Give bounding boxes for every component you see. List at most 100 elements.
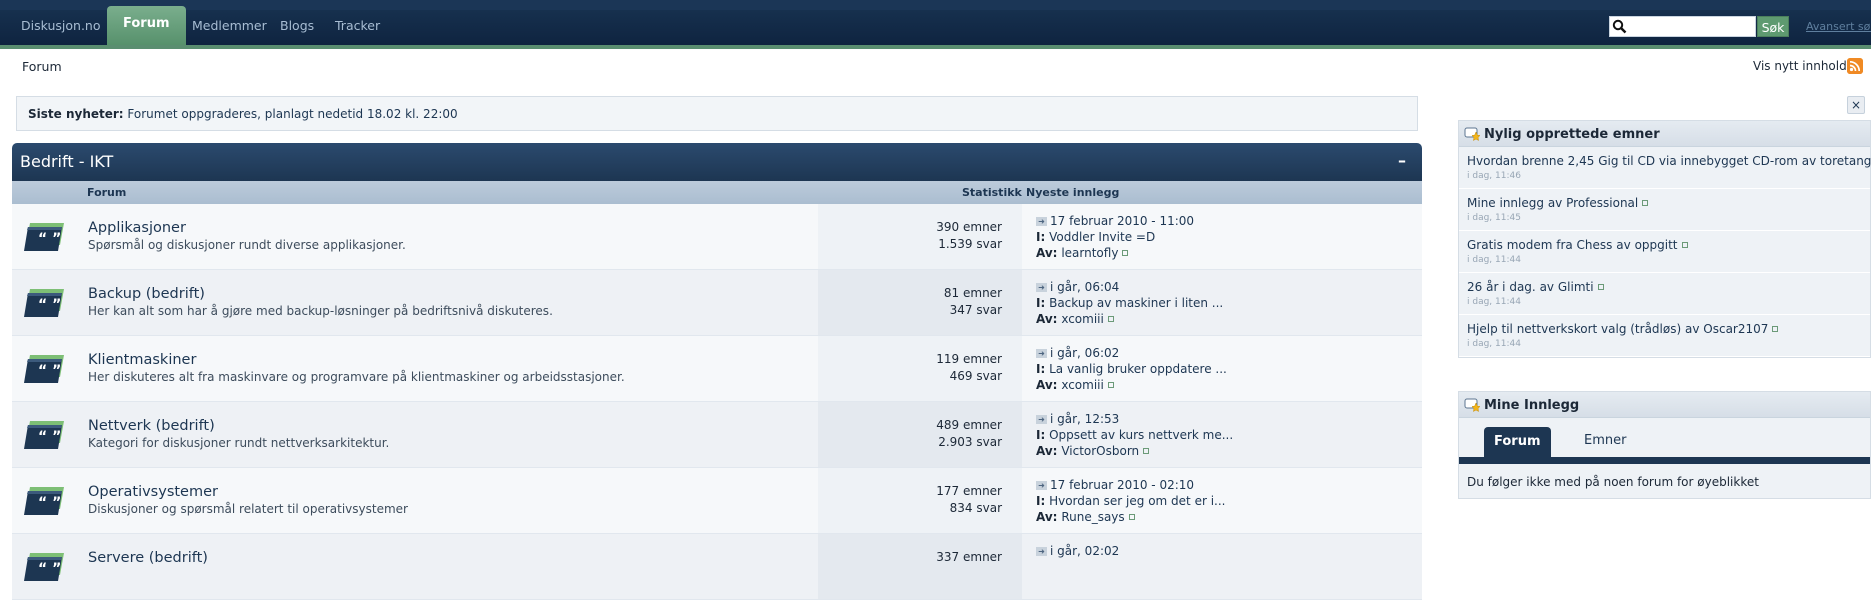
- last-post-date-text[interactable]: 17 februar 2010 - 11:00: [1050, 214, 1194, 228]
- forum-icon: “ ”: [24, 223, 64, 251]
- last-post-date-text[interactable]: 17 februar 2010 - 02:10: [1050, 478, 1194, 492]
- reply-count: 347 svar: [949, 303, 1002, 317]
- category-title[interactable]: Bedrift - IKT: [20, 152, 113, 171]
- rss-icon[interactable]: [1847, 58, 1863, 74]
- external-link-icon[interactable]: [1107, 316, 1114, 322]
- forum-row: “ ” Servere (bedrift) 337 emner ➜ i går, 02:…: [12, 534, 1422, 600]
- forum-name-link[interactable]: Klientmaskiner: [88, 352, 196, 368]
- forum-name-link[interactable]: Servere (bedrift): [88, 550, 208, 566]
- last-post-date[interactable]: ➜ i går, 12:53: [1036, 412, 1119, 426]
- last-post-date[interactable]: ➜ 17 februar 2010 - 11:00: [1036, 214, 1194, 228]
- forum-icon: “ ”: [24, 487, 64, 515]
- forum-description: Her kan alt som har å gjøre med backup-l…: [88, 304, 553, 318]
- tab-forum[interactable]: Forum: [107, 6, 186, 45]
- last-post-date-text[interactable]: i går, 02:02: [1050, 544, 1119, 558]
- last-post-date[interactable]: ➜ 17 februar 2010 - 02:10: [1036, 478, 1194, 492]
- last-post-topic-link[interactable]: Hvordan ser jeg om det er i...: [1049, 494, 1225, 508]
- recent-topic-link[interactable]: Gratis modem fra Chess: [1467, 238, 1612, 252]
- go-to-post-icon[interactable]: ➜: [1036, 217, 1047, 226]
- last-post-date-text[interactable]: i går, 06:02: [1050, 346, 1119, 360]
- forum-row: “ ” Nettverk (bedrift) Kategori for diskus…: [12, 402, 1422, 468]
- news-link[interactable]: Forumet oppgraderes, planlagt nedetid 18…: [127, 107, 457, 121]
- external-link-icon[interactable]: [1128, 514, 1135, 520]
- by-label: Av:: [1036, 510, 1058, 524]
- last-post-author-link[interactable]: xcomiii: [1061, 378, 1104, 392]
- last-post-topic-link[interactable]: Oppsett av kurs nettverk me...: [1049, 428, 1233, 442]
- last-post-topic-link[interactable]: Voddler Invite =D: [1049, 230, 1155, 244]
- in-label: I:: [1036, 362, 1046, 376]
- go-to-post-icon[interactable]: ➜: [1036, 547, 1047, 556]
- last-post-cell: ➜ i går, 02:02: [1022, 534, 1422, 599]
- recent-topic-link[interactable]: 26 år i dag.: [1467, 280, 1536, 294]
- by-label: Av:: [1036, 246, 1058, 260]
- go-to-post-icon[interactable]: ➜: [1036, 481, 1047, 490]
- by-word: av: [1539, 280, 1555, 294]
- external-link-icon[interactable]: [1122, 250, 1129, 256]
- by-label: Av:: [1036, 444, 1058, 458]
- forum-name-link[interactable]: Operativsystemer: [88, 484, 218, 500]
- forum-description: Her diskuteres alt fra maskinvare og pro…: [88, 370, 625, 384]
- go-to-post-icon[interactable]: ➜: [1036, 415, 1047, 424]
- recent-topic-author[interactable]: oppgitt: [1635, 238, 1678, 252]
- in-label: I:: [1036, 230, 1046, 244]
- recent-topic-link[interactable]: Hvordan brenne 2,45 Gig til CD via inneb…: [1467, 154, 1798, 168]
- view-new-content-link[interactable]: Vis nytt innhold: [1753, 59, 1847, 73]
- last-post-cell: ➜ 17 februar 2010 - 02:10 I: Hvordan ser j…: [1022, 468, 1422, 533]
- collapse-button[interactable]: –: [1398, 151, 1406, 170]
- advanced-search-link[interactable]: Avansert søk: [1806, 20, 1871, 33]
- tab-blogs[interactable]: Blogs: [280, 18, 314, 33]
- external-link-icon[interactable]: [1642, 200, 1649, 206]
- last-post-date-text[interactable]: i går, 06:04: [1050, 280, 1119, 294]
- site-link[interactable]: Diskusjon.no: [21, 18, 101, 33]
- last-post-author-link[interactable]: VictorOsborn: [1061, 444, 1139, 458]
- forum-icon: “ ”: [24, 421, 64, 449]
- external-link-icon[interactable]: [1107, 382, 1114, 388]
- svg-text:“ ”: “ ”: [38, 495, 61, 511]
- tab-my-topics[interactable]: Emner: [1584, 433, 1626, 448]
- forum-row: “ ” Applikasjoner Spørsmål og diskusjoner …: [12, 204, 1422, 270]
- col-stats: Statistikk: [962, 186, 1022, 199]
- last-post-author-link[interactable]: xcomiii: [1061, 312, 1104, 326]
- by-word: av: [1801, 154, 1817, 168]
- search-button[interactable]: Søk: [1757, 16, 1789, 37]
- external-link-icon[interactable]: [1597, 284, 1604, 290]
- breadcrumb[interactable]: Forum: [22, 59, 62, 74]
- reply-count: 2.903 svar: [938, 435, 1002, 449]
- last-post-date[interactable]: ➜ i går, 06:04: [1036, 280, 1119, 294]
- recent-topic-item: Hjelp til nettverkskort valg (trådløs) a…: [1459, 315, 1870, 357]
- category-bedrift-ikt: Bedrift - IKT – Forum Statistikk Nyeste …: [12, 143, 1422, 600]
- recent-topic-time: i dag, 11:44: [1467, 339, 1521, 349]
- external-link-icon[interactable]: [1772, 326, 1779, 332]
- sidebar-close-button[interactable]: ×: [1847, 96, 1865, 114]
- last-post-date-text[interactable]: i går, 12:53: [1050, 412, 1119, 426]
- external-link-icon[interactable]: [1143, 448, 1150, 454]
- recent-topic-author[interactable]: toretang5: [1820, 154, 1871, 168]
- external-link-icon[interactable]: [1681, 242, 1688, 248]
- recent-topic-author[interactable]: Professional: [1566, 196, 1638, 210]
- last-post-topic-link[interactable]: La vanlig bruker oppdatere ...: [1049, 362, 1227, 376]
- last-post-date[interactable]: ➜ i går, 06:02: [1036, 346, 1119, 360]
- recent-topic-link[interactable]: Mine innlegg: [1467, 196, 1544, 210]
- tab-medlemmer[interactable]: Medlemmer: [192, 18, 267, 33]
- last-post-author: Av: xcomiii: [1036, 312, 1114, 326]
- in-label: I:: [1036, 296, 1046, 310]
- forum-name-link[interactable]: Applikasjoner: [88, 220, 186, 236]
- last-post-topic: I: La vanlig bruker oppdatere ...: [1036, 362, 1227, 376]
- go-to-post-icon[interactable]: ➜: [1036, 349, 1047, 358]
- last-post-author-link[interactable]: learntofly: [1061, 246, 1118, 260]
- search-input[interactable]: [1609, 16, 1756, 37]
- forum-name-link[interactable]: Nettverk (bedrift): [88, 418, 215, 434]
- recent-topic-link[interactable]: Hjelp til nettverkskort valg (trådløs): [1467, 322, 1681, 336]
- tab-tracker[interactable]: Tracker: [335, 18, 380, 33]
- recent-topic-author[interactable]: Oscar2107: [1703, 322, 1768, 336]
- posts-star-icon: [1464, 398, 1480, 412]
- last-post-date[interactable]: ➜ i går, 02:02: [1036, 544, 1119, 558]
- stats-cell: 390 emner 1.539 svar: [818, 204, 1022, 269]
- last-post-author-link[interactable]: Rune_says: [1061, 510, 1124, 524]
- last-post-topic-link[interactable]: Backup av maskiner i liten ...: [1049, 296, 1223, 310]
- recent-topic-author[interactable]: Glimti: [1558, 280, 1594, 294]
- tab-my-forum[interactable]: Forum: [1484, 427, 1551, 457]
- go-to-post-icon[interactable]: ➜: [1036, 283, 1047, 292]
- stats-cell: 337 emner: [818, 534, 1022, 599]
- forum-name-link[interactable]: Backup (bedrift): [88, 286, 205, 302]
